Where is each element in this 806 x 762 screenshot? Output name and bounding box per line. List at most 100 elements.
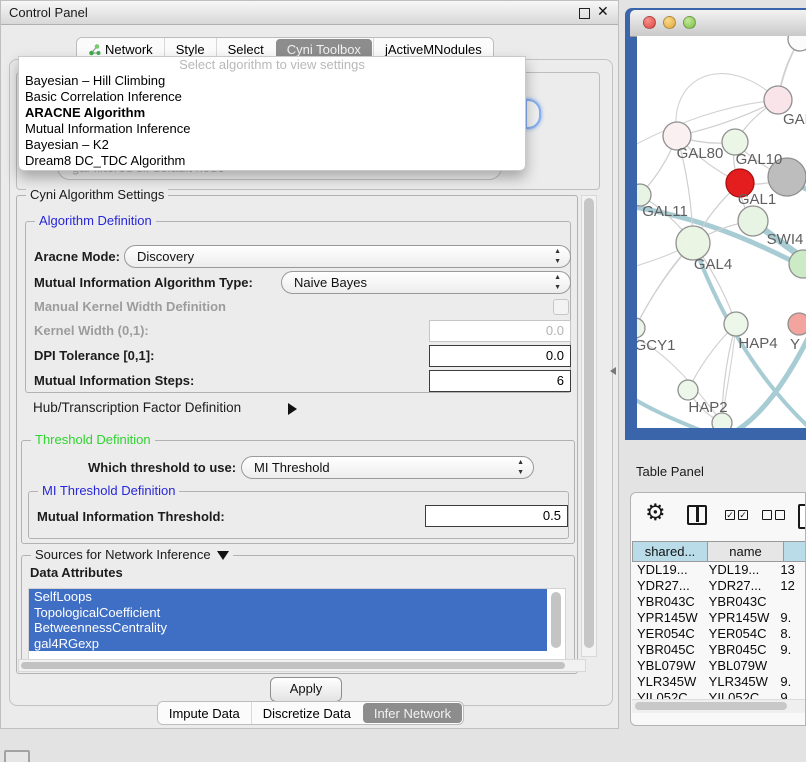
table-cell: YDL19... bbox=[632, 562, 704, 578]
tab-cyni-toolbox-label: Cyni Toolbox bbox=[287, 42, 361, 57]
settings-horizontal-scrollbar[interactable] bbox=[18, 659, 586, 672]
column-header-shared[interactable]: shared... bbox=[632, 541, 708, 562]
float-window-icon[interactable] bbox=[579, 8, 590, 19]
data-attributes-label: Data Attributes bbox=[30, 565, 123, 580]
data-attributes-list[interactable]: SelfLoopsTopologicalCoefficientBetweenne… bbox=[28, 588, 566, 660]
node-label-hap2: HAP2 bbox=[688, 399, 727, 416]
manual-kernel-checkbox[interactable] bbox=[553, 299, 569, 315]
table-row[interactable]: YLR345WYLR345W9. bbox=[632, 674, 806, 690]
table-row[interactable]: YPR145WYPR145W9. bbox=[632, 610, 806, 626]
mi-steps-label: Mutual Information Steps: bbox=[34, 373, 194, 388]
table-panel-title: Table Panel bbox=[636, 464, 704, 479]
table-cell: 12 bbox=[775, 578, 806, 594]
node-label-gal11: GAL11 bbox=[642, 203, 688, 220]
network-graph: GALGAL80GAL10GAL1GAL11SWI4GAL4GCY1HAP4YH… bbox=[637, 36, 806, 428]
expand-right-icon[interactable] bbox=[288, 403, 297, 415]
table-cell: YDR27... bbox=[704, 578, 776, 594]
node-hap2[interactable] bbox=[678, 380, 698, 400]
kernel-width-row: Kernel Width (0,1): 0.0 bbox=[26, 320, 570, 342]
minimize-traffic-light-icon[interactable] bbox=[663, 16, 676, 29]
unchecked-checkboxes-icon[interactable] bbox=[762, 510, 785, 520]
algorithm-item-basic-correlation-inference[interactable]: Basic Correlation Inference bbox=[19, 89, 525, 105]
zoom-traffic-light-icon[interactable] bbox=[683, 16, 696, 29]
table-row[interactable]: YBR045CYBR045C9. bbox=[632, 642, 806, 658]
which-threshold-label: Which threshold to use: bbox=[88, 460, 236, 475]
kernel-width-field[interactable]: 0.0 bbox=[429, 320, 571, 342]
algorithm-item-aracne-algorithm[interactable]: ARACNE Algorithm bbox=[19, 105, 525, 121]
tab-select-label: Select bbox=[228, 42, 264, 57]
attributes-scrollbar[interactable] bbox=[551, 592, 561, 648]
mi-steps-field[interactable]: 6 bbox=[429, 370, 571, 392]
table-cell: 9. bbox=[775, 610, 806, 626]
node-gcy1[interactable] bbox=[637, 318, 645, 338]
node-hap4[interactable] bbox=[724, 312, 748, 336]
mi-threshold-group: MI Threshold Definition Mutual Informati… bbox=[28, 491, 569, 539]
panel-splitter-arrow[interactable] bbox=[610, 367, 616, 375]
bottom-tab-discretize-data[interactable]: Discretize Data bbox=[251, 702, 362, 724]
sources-title: Sources for Network Inference bbox=[31, 547, 233, 562]
bottom-tab-discretize-data-label: Discretize Data bbox=[263, 706, 351, 721]
table-cell: YER054C bbox=[632, 626, 704, 642]
apply-button[interactable]: Apply bbox=[270, 677, 342, 702]
attribute-item-selfloops[interactable]: SelfLoops bbox=[29, 589, 547, 605]
table-horizontal-scrollbar[interactable] bbox=[632, 699, 806, 713]
table-row[interactable]: YDL19...YDL19...13 bbox=[632, 562, 806, 578]
hub-definition-row[interactable]: Hub/Transcription Factor Definition bbox=[17, 399, 577, 419]
control-panel-titlebar: Control Panel ✕ bbox=[1, 1, 618, 25]
algorithm-item-bayesian-k2[interactable]: Bayesian – K2 bbox=[19, 137, 525, 153]
settings-vertical-scrollbar[interactable] bbox=[581, 195, 597, 657]
mi-algorithm-type-select[interactable]: Naive Bayes ▲▼ bbox=[281, 271, 571, 294]
mi-steps-row: Mutual Information Steps: 6 bbox=[26, 370, 570, 392]
minimized-panel-icon[interactable] bbox=[4, 750, 30, 762]
node-n-salmon[interactable] bbox=[788, 313, 806, 335]
aracne-mode-select[interactable]: Discovery ▲▼ bbox=[124, 245, 571, 268]
attribute-item-betweennesscentrality[interactable]: BetweennessCentrality bbox=[29, 620, 547, 636]
node-n-pink[interactable] bbox=[764, 86, 792, 114]
dpi-tolerance-field[interactable]: 0.0 bbox=[429, 345, 571, 367]
page-icon[interactable] bbox=[798, 504, 806, 529]
close-traffic-light-icon[interactable] bbox=[643, 16, 656, 29]
node-label-gal1: GAL1 bbox=[738, 191, 776, 208]
threshold-definition-group: Threshold Definition Which threshold to … bbox=[21, 440, 575, 544]
node-label-hap4: HAP4 bbox=[738, 335, 777, 352]
algorithm-item-dream8-dc-tdc-algorithm[interactable]: Dream8 DC_TDC Algorithm bbox=[19, 153, 525, 169]
gear-icon[interactable]: ⚙ bbox=[645, 499, 666, 526]
table-cell: 8. bbox=[775, 626, 806, 642]
bottom-tab-impute-data[interactable]: Impute Data bbox=[158, 702, 251, 724]
table-row[interactable]: YDR27...YDR27...12 bbox=[632, 578, 806, 594]
table-row[interactable]: YBR043CYBR043C bbox=[632, 594, 806, 610]
close-icon[interactable]: ✕ bbox=[597, 3, 609, 20]
application-window: Control Panel ✕ NetworkStyleSelectCyni T… bbox=[0, 0, 806, 762]
mi-threshold-field[interactable]: 0.5 bbox=[425, 505, 568, 527]
collapse-down-icon[interactable] bbox=[217, 551, 229, 560]
attribute-item-topologicalcoefficient[interactable]: TopologicalCoefficient bbox=[29, 605, 547, 621]
column-header-col3[interactable] bbox=[784, 541, 806, 562]
algorithm-item-mutual-information-inference[interactable]: Mutual Information Inference bbox=[19, 121, 525, 137]
which-threshold-select[interactable]: MI Threshold ▲▼ bbox=[241, 456, 534, 479]
network-canvas[interactable]: GALGAL80GAL10GAL1GAL11SWI4GAL4GCY1HAP4YH… bbox=[637, 36, 806, 428]
node-n-top[interactable] bbox=[788, 36, 806, 51]
node-label-n-salmon: Y bbox=[790, 336, 800, 353]
algorithm-definition-group: Algorithm Definition Aracne Mode: Discov… bbox=[25, 221, 571, 393]
algorithm-item-bayesian-hill-climbing[interactable]: Bayesian – Hill Climbing bbox=[19, 73, 525, 89]
dpi-tolerance-label: DPI Tolerance [0,1]: bbox=[34, 348, 154, 363]
node-gal4[interactable] bbox=[676, 226, 710, 260]
checked-checkboxes-icon[interactable]: ✓✓ bbox=[725, 510, 748, 520]
table-row[interactable]: YER054CYER054C8. bbox=[632, 626, 806, 642]
bottom-tab-impute-data-label: Impute Data bbox=[169, 706, 240, 721]
node-gal1[interactable] bbox=[738, 206, 768, 236]
table-cell: YBR043C bbox=[704, 594, 776, 610]
bottom-tab-infer-network[interactable]: Infer Network bbox=[363, 703, 462, 723]
threshold-definition-title: Threshold Definition bbox=[31, 432, 155, 447]
column-header-name[interactable]: name bbox=[708, 541, 784, 562]
table-cell bbox=[775, 658, 806, 674]
which-threshold-row: Which threshold to use: MI Threshold ▲▼ bbox=[22, 456, 574, 480]
table-row[interactable]: YBL079WYBL079W bbox=[632, 658, 806, 674]
columns-icon[interactable] bbox=[687, 505, 707, 525]
node-swi4[interactable] bbox=[789, 250, 806, 278]
attribute-item-gal4rgexp[interactable]: gal4RGexp bbox=[29, 636, 547, 652]
control-panel: Control Panel ✕ NetworkStyleSelectCyni T… bbox=[0, 0, 619, 729]
table-cell: YDL19... bbox=[704, 562, 776, 578]
stepper-arrows-icon: ▲▼ bbox=[554, 273, 561, 293]
stepper-arrows-icon: ▲▼ bbox=[554, 247, 561, 267]
